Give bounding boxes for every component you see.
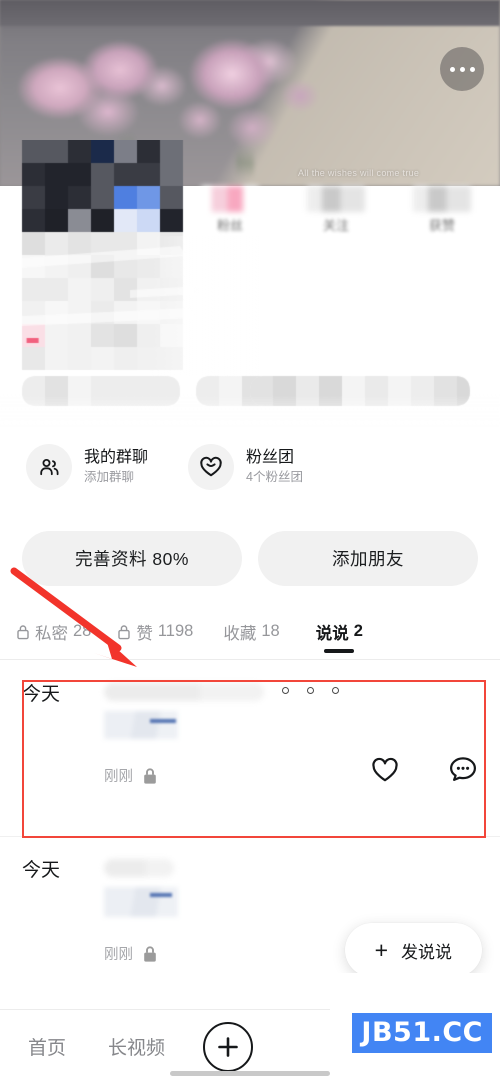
lock-icon bbox=[17, 624, 29, 639]
tab-favorites[interactable]: 收藏 18 bbox=[223, 604, 279, 660]
post-date: 今天 bbox=[22, 684, 61, 705]
post-time: 刚刚 bbox=[104, 769, 133, 785]
plus-glyph bbox=[218, 1036, 238, 1057]
complete-profile-button[interactable]: 完善资料 80% bbox=[22, 531, 242, 586]
feed-post[interactable]: 今天 刚刚 bbox=[0, 661, 500, 837]
shortcut-title: 我的群聊 bbox=[84, 449, 149, 466]
post-thumbnail-censored[interactable] bbox=[104, 887, 178, 917]
tab-count: 2 bbox=[353, 622, 363, 640]
nav-item-long-video[interactable]: 长视频 bbox=[108, 1033, 165, 1060]
more-horizontal-icon[interactable] bbox=[440, 47, 484, 91]
stat-label: 关注 bbox=[322, 218, 349, 233]
post-time: 刚刚 bbox=[104, 947, 133, 963]
stat-fans[interactable]: 粉丝 bbox=[195, 186, 265, 248]
tab-label: 赞 bbox=[136, 624, 153, 643]
shortcut-text: 我的群聊 添加群聊 bbox=[84, 448, 148, 486]
post-text-censored bbox=[104, 859, 174, 877]
tab-private[interactable]: 私密 28 bbox=[16, 604, 91, 660]
tab-count: 18 bbox=[261, 622, 280, 640]
stat-likes-received[interactable]: 获赞 bbox=[407, 186, 477, 248]
post-row: 今天 刚刚 bbox=[22, 683, 478, 786]
home-indicator bbox=[170, 1071, 330, 1076]
nav-item-home[interactable]: 首页 bbox=[28, 1033, 66, 1060]
stat-value-censored bbox=[413, 186, 471, 212]
stat-label: 粉丝 bbox=[216, 218, 243, 233]
lock-filled-icon bbox=[144, 945, 156, 962]
profile-stats: 粉丝 关注 获赞 bbox=[195, 186, 485, 248]
post-body: 刚刚 bbox=[104, 683, 478, 786]
post-actions bbox=[370, 755, 478, 784]
post-text-censored bbox=[104, 683, 264, 701]
stat-label: 获赞 bbox=[428, 218, 455, 233]
site-watermark: JB51.CC bbox=[352, 1013, 492, 1053]
post-thumbnail-mark bbox=[150, 893, 172, 897]
comment-bubble-icon[interactable] bbox=[448, 755, 478, 784]
post-thumbnail-censored[interactable] bbox=[104, 711, 178, 739]
plus-icon: + bbox=[374, 936, 388, 963]
tab-count: 1198 bbox=[157, 622, 194, 640]
add-friend-button[interactable]: 添加朋友 bbox=[258, 531, 478, 586]
post-thumbnail-mark bbox=[150, 719, 176, 723]
tab-count: 28 bbox=[73, 622, 92, 640]
profile-screen: All the wishes will come true 粉丝 关注 获赞 bbox=[0, 0, 500, 1083]
dot bbox=[459, 66, 465, 72]
heart-icon[interactable] bbox=[370, 756, 400, 784]
shortcut-subtitle: 4个粉丝团 bbox=[246, 470, 303, 484]
lock-filled-icon bbox=[144, 767, 156, 784]
stat-value-censored bbox=[201, 186, 259, 212]
shortcut-my-group-chat[interactable]: 我的群聊 添加群聊 bbox=[26, 444, 148, 490]
fab-label: 发说说 bbox=[401, 942, 452, 962]
lock-icon bbox=[118, 624, 131, 639]
tab-label: 收藏 bbox=[223, 624, 257, 643]
dot bbox=[332, 687, 339, 694]
shortcut-subtitle: 添加群聊 bbox=[84, 470, 135, 484]
post-date: 今天 bbox=[22, 860, 61, 881]
post-loading-dots bbox=[282, 687, 339, 694]
shortcut-fan-club[interactable]: 粉丝团 4个粉丝团 bbox=[188, 444, 303, 490]
profile-action-buttons: 完善资料 80% 添加朋友 bbox=[22, 531, 478, 586]
heart-fanclub-icon bbox=[188, 444, 235, 490]
dot bbox=[449, 66, 455, 72]
stat-following[interactable]: 关注 bbox=[301, 186, 371, 248]
shortcut-row: 我的群聊 添加群聊 粉丝团 4个粉丝团 bbox=[0, 436, 500, 498]
dot bbox=[282, 687, 289, 694]
plus-icon[interactable] bbox=[203, 1021, 254, 1072]
dot bbox=[307, 687, 314, 694]
tab-label: 说说 bbox=[315, 624, 349, 643]
tab-likes[interactable]: 赞 1198 bbox=[117, 604, 193, 660]
tab-moments[interactable]: 说说 2 bbox=[316, 604, 363, 660]
shortcut-title: 粉丝团 bbox=[246, 449, 295, 466]
content-tabs: 私密 28 赞 1198 收藏 18 说说 2 bbox=[0, 604, 500, 660]
post-moment-fab[interactable]: + 发说说 bbox=[344, 923, 482, 977]
stat-value-censored bbox=[307, 186, 365, 212]
dot bbox=[469, 66, 475, 72]
cover-top-band bbox=[0, 0, 500, 26]
mosaic-overlay bbox=[0, 140, 500, 430]
group-people-icon bbox=[26, 444, 72, 490]
tab-label: 私密 bbox=[35, 624, 68, 643]
tab-active-underline bbox=[324, 649, 355, 653]
profile-info-censored bbox=[0, 140, 500, 430]
shortcut-text: 粉丝团 4个粉丝团 bbox=[246, 448, 303, 486]
